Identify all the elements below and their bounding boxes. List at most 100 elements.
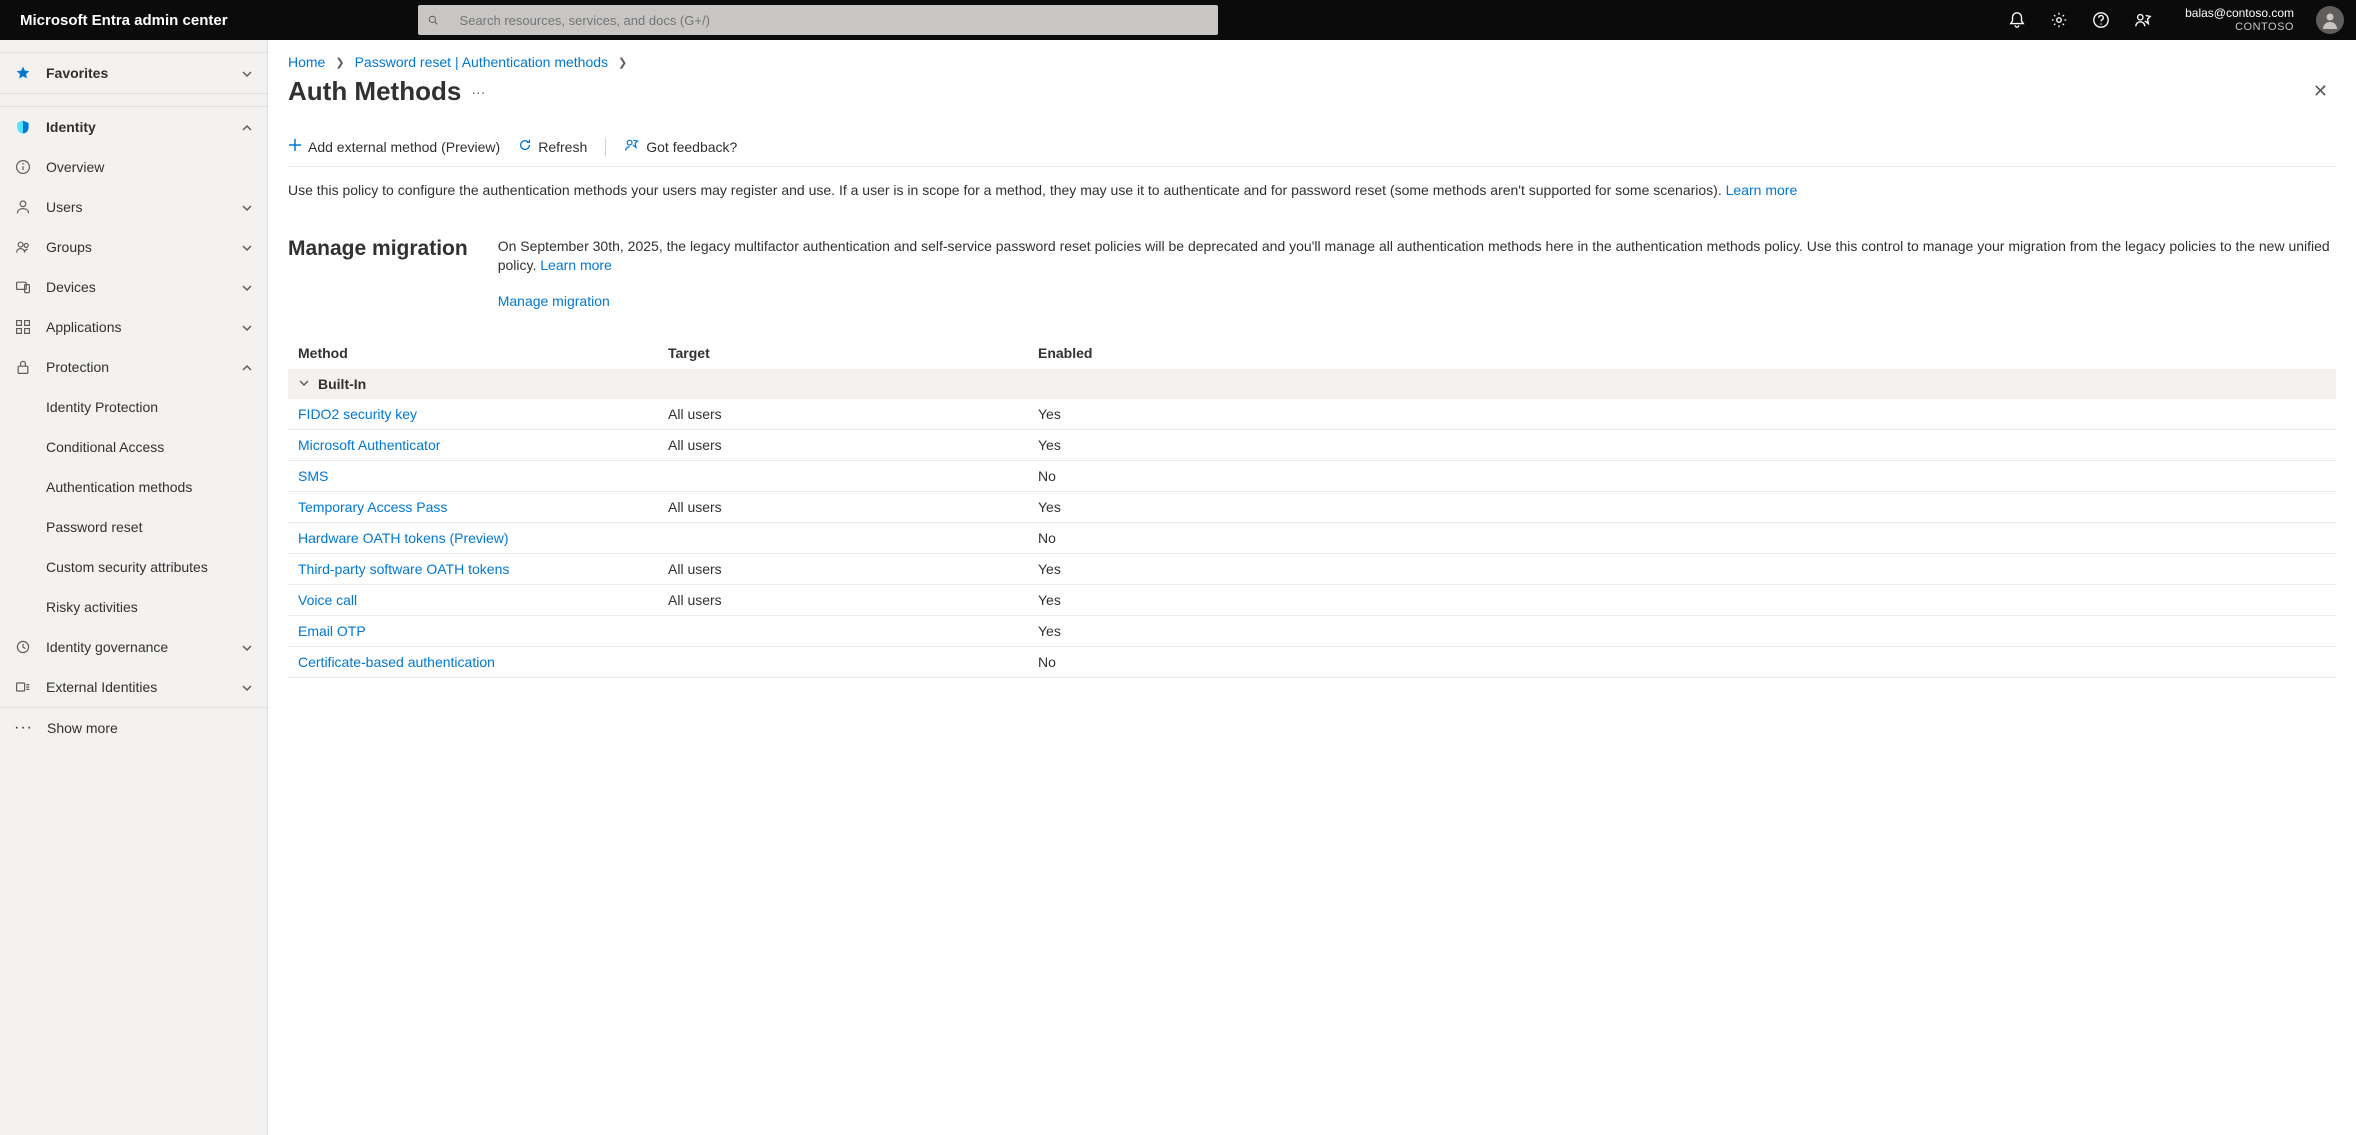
groups-icon — [14, 238, 32, 256]
sidebar-section-favorites[interactable]: Favorites — [0, 53, 267, 93]
sidebar-item-identity-protection[interactable]: Identity Protection — [0, 387, 267, 427]
table-row[interactable]: Certificate-based authentication No — [288, 647, 2336, 678]
table-row[interactable]: Voice call All usersYes — [288, 585, 2336, 616]
refresh-button[interactable]: Refresh — [518, 138, 587, 155]
sidebar-item-overview[interactable]: Overview — [0, 147, 267, 187]
sidebar-item-applications[interactable]: Applications — [0, 307, 267, 347]
search-input[interactable] — [460, 13, 1208, 28]
top-bar: Microsoft Entra admin center balas@conto… — [0, 0, 2356, 40]
got-feedback-button[interactable]: Got feedback? — [624, 137, 737, 156]
target-cell: All users — [668, 437, 1038, 453]
table-header-row: Method Target Enabled — [288, 337, 2336, 369]
column-header-method[interactable]: Method — [298, 345, 668, 361]
add-external-method-button[interactable]: Add external method (Preview) — [288, 138, 500, 155]
settings-icon[interactable] — [2049, 10, 2069, 30]
target-cell: All users — [668, 592, 1038, 608]
method-link[interactable]: Hardware OATH tokens (Preview) — [298, 530, 509, 546]
methods-table: Method Target Enabled Built-In FIDO2 sec… — [288, 337, 2336, 678]
column-header-enabled[interactable]: Enabled — [1038, 345, 2326, 361]
method-link[interactable]: Third-party software OATH tokens — [298, 561, 509, 577]
migration-body-text: On September 30th, 2025, the legacy mult… — [498, 238, 2330, 274]
sidebar-item-label: Applications — [46, 319, 241, 335]
toolbar-button-label: Got feedback? — [646, 139, 737, 155]
method-link[interactable]: Temporary Access Pass — [298, 499, 447, 515]
account-org: CONTOSO — [2185, 21, 2294, 34]
sidebar-item-risky-activities[interactable]: Risky activities — [0, 587, 267, 627]
enabled-cell: Yes — [1038, 406, 2326, 422]
toolbar-button-label: Refresh — [538, 139, 587, 155]
sidebar-item-users[interactable]: Users — [0, 187, 267, 227]
table-group-built-in[interactable]: Built-In — [288, 369, 2336, 399]
method-link[interactable]: Email OTP — [298, 623, 366, 639]
chevron-down-icon — [241, 241, 253, 253]
chevron-down-icon — [241, 281, 253, 293]
sidebar-item-protection[interactable]: Protection — [0, 347, 267, 387]
sidebar-item-identity-governance[interactable]: Identity governance — [0, 627, 267, 667]
chevron-down-icon — [241, 321, 253, 333]
enabled-cell: Yes — [1038, 592, 2326, 608]
notifications-icon[interactable] — [2007, 10, 2027, 30]
table-row[interactable]: Email OTP Yes — [288, 616, 2336, 647]
sidebar-item-groups[interactable]: Groups — [0, 227, 267, 267]
breadcrumb-password-reset-auth-methods[interactable]: Password reset | Authentication methods — [355, 54, 608, 70]
sidebar-item-label: Devices — [46, 279, 241, 295]
enabled-cell: Yes — [1038, 561, 2326, 577]
table-row[interactable]: Microsoft AuthenticatorAll usersYes — [288, 430, 2336, 461]
method-link[interactable]: Microsoft Authenticator — [298, 437, 440, 453]
main-content: Home ❯ Password reset | Authentication m… — [268, 40, 2356, 1135]
close-button[interactable]: ✕ — [2305, 77, 2336, 106]
learn-more-link[interactable]: Learn more — [540, 257, 612, 273]
toolbar-button-label: Add external method (Preview) — [308, 139, 500, 155]
method-link[interactable]: Certificate-based authentication — [298, 654, 495, 670]
method-link[interactable]: Voice call — [298, 592, 357, 608]
search-box[interactable] — [418, 5, 1218, 35]
more-actions-icon[interactable]: ··· — [471, 84, 485, 100]
breadcrumb: Home ❯ Password reset | Authentication m… — [288, 54, 2336, 70]
apps-icon — [14, 318, 32, 336]
avatar[interactable] — [2316, 6, 2344, 34]
sidebar-item-authentication-methods[interactable]: Authentication methods — [0, 467, 267, 507]
target-cell: All users — [668, 499, 1038, 515]
breadcrumb-home[interactable]: Home — [288, 54, 325, 70]
policy-description-text: Use this policy to configure the authent… — [288, 182, 1722, 198]
feedback-icon[interactable] — [2133, 10, 2153, 30]
enabled-cell: Yes — [1038, 623, 2326, 639]
learn-more-link[interactable]: Learn more — [1726, 182, 1798, 198]
table-row[interactable]: Temporary Access PassAll usersYes — [288, 492, 2336, 523]
sidebar-favorites-label: Favorites — [46, 65, 241, 81]
info-icon — [14, 158, 32, 176]
sidebar-item-password-reset[interactable]: Password reset — [0, 507, 267, 547]
sidebar-item-external-identities[interactable]: External Identities — [0, 667, 267, 707]
table-row[interactable]: FIDO2 security keyAll usersYes — [288, 399, 2336, 430]
identity-icon — [14, 118, 32, 136]
devices-icon — [14, 278, 32, 296]
toolbar: Add external method (Preview) Refresh Go… — [288, 137, 2336, 167]
sidebar-show-more[interactable]: ··· Show more — [0, 708, 267, 748]
method-link[interactable]: SMS — [298, 468, 328, 484]
manage-migration-link[interactable]: Manage migration — [498, 292, 610, 312]
table-row[interactable]: SMS No — [288, 461, 2336, 492]
sidebar-item-label: Identity governance — [46, 639, 241, 655]
enabled-cell: No — [1038, 654, 2326, 670]
sidebar-item-conditional-access[interactable]: Conditional Access — [0, 427, 267, 467]
target-cell: All users — [668, 561, 1038, 577]
method-link[interactable]: FIDO2 security key — [298, 406, 417, 422]
table-row[interactable]: Hardware OATH tokens (Preview)No — [288, 523, 2336, 554]
table-group-label: Built-In — [318, 376, 366, 392]
feedback-icon — [624, 137, 640, 156]
external-id-icon — [14, 678, 32, 696]
help-icon[interactable] — [2091, 10, 2111, 30]
enabled-cell: No — [1038, 468, 2326, 484]
table-row[interactable]: Third-party software OATH tokens All user… — [288, 554, 2336, 585]
account-info[interactable]: balas@contoso.com CONTOSO — [2175, 6, 2294, 34]
sidebar-item-custom-security-attributes[interactable]: Custom security attributes — [0, 547, 267, 587]
sidebar-section-identity[interactable]: Identity — [0, 107, 267, 147]
chevron-right-icon: ❯ — [618, 56, 627, 69]
sidebar-item-label: Password reset — [46, 519, 142, 535]
sidebar-item-devices[interactable]: Devices — [0, 267, 267, 307]
chevron-down-icon — [241, 201, 253, 213]
sidebar: Favorites Identity Overview — [0, 40, 268, 1135]
toolbar-separator — [605, 138, 606, 156]
page-title: Auth Methods — [288, 76, 461, 107]
column-header-target[interactable]: Target — [668, 345, 1038, 361]
